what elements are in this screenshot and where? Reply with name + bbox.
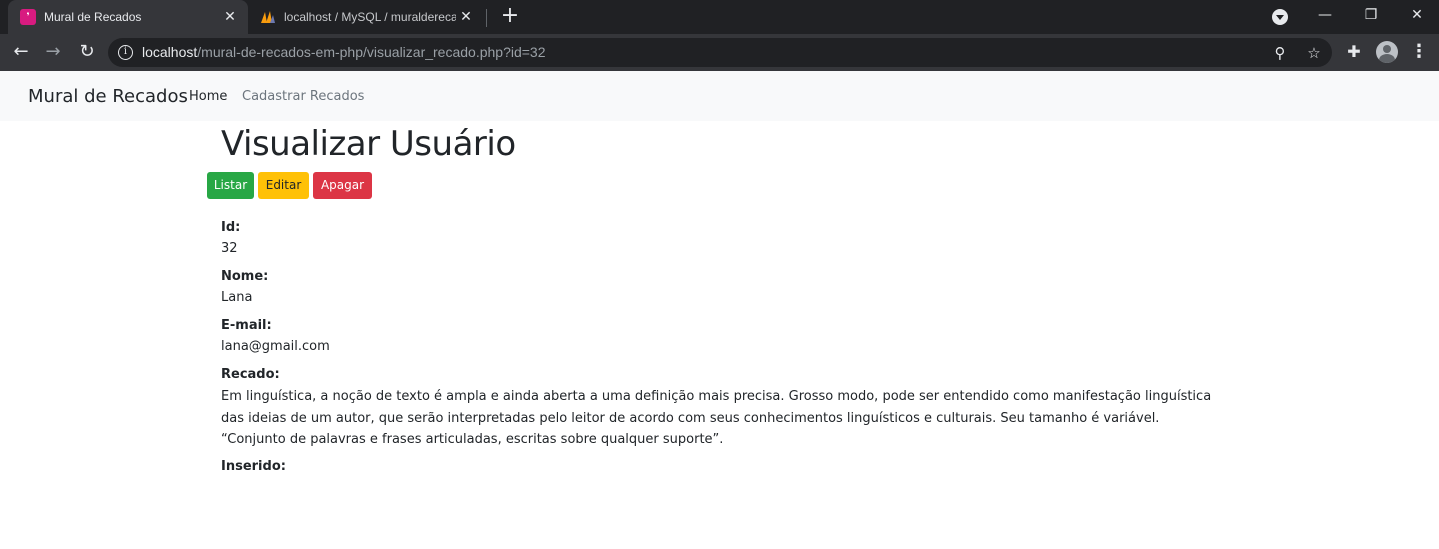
restore-icon[interactable]: ❐: [1348, 0, 1394, 30]
app-icon: ❜: [20, 9, 36, 25]
id-value: 32: [221, 241, 238, 256]
browser-tab-strip: ❜ Mural de Recados ✕ localhost / MySQL /…: [0, 0, 1439, 34]
recado-value: Em linguística, a noção de texto é ampla…: [221, 389, 1212, 447]
address-bar[interactable]: i localhost/mural-de-recados-em-php/visu…: [108, 38, 1332, 67]
site-navbar: Mural de Recados Home Cadastrar Recados: [0, 71, 1439, 121]
recado-label: Recado:: [221, 367, 280, 382]
extensions-icon[interactable]: ✚: [1344, 42, 1364, 62]
forward-icon[interactable]: →: [40, 39, 66, 65]
tab-title: Mural de Recados: [44, 10, 142, 24]
inserido-label: Inserido:: [221, 459, 286, 474]
tab-title: localhost / MySQL / muralderecados: [284, 10, 456, 24]
nome-value: Lana: [221, 290, 253, 305]
tab-search-icon[interactable]: [1272, 9, 1288, 25]
reload-icon[interactable]: ↻: [74, 39, 100, 65]
close-icon[interactable]: ✕: [220, 9, 240, 25]
nav-link-cadastrar-recados[interactable]: Cadastrar Recados: [242, 89, 364, 104]
url-text[interactable]: localhost/mural-de-recados-em-php/visual…: [142, 44, 546, 60]
minimize-icon[interactable]: —: [1302, 0, 1348, 30]
close-icon[interactable]: ✕: [456, 9, 476, 25]
tab-phpmyadmin[interactable]: localhost / MySQL / muralderecados ✕: [248, 0, 484, 34]
listar-button[interactable]: Listar: [207, 172, 254, 199]
site-info-icon[interactable]: i: [118, 45, 133, 60]
back-icon[interactable]: ←: [8, 39, 34, 65]
editar-button[interactable]: Editar: [258, 172, 309, 199]
email-value: lana@gmail.com: [221, 339, 330, 354]
window-close-icon[interactable]: ✕: [1394, 0, 1439, 30]
menu-icon[interactable]: ⋮: [1410, 42, 1428, 62]
new-tab-icon[interactable]: +: [498, 4, 522, 28]
browser-toolbar: ← → ↻ i localhost/mural-de-recados-em-ph…: [0, 34, 1439, 71]
navbar-brand[interactable]: Mural de Recados: [28, 86, 188, 107]
bookmark-star-icon[interactable]: ☆: [1304, 43, 1324, 63]
tab-mural-de-recados[interactable]: ❜ Mural de Recados ✕: [8, 0, 248, 34]
nome-label: Nome:: [221, 269, 269, 284]
tab-separator: [486, 9, 487, 27]
page-title: Visualizar Usuário: [221, 124, 516, 164]
apagar-button[interactable]: Apagar: [313, 172, 372, 199]
id-label: Id:: [221, 220, 241, 235]
email-label: E-mail:: [221, 318, 272, 333]
zoom-icon[interactable]: ⚲: [1270, 43, 1290, 63]
phpmyadmin-icon: [260, 9, 276, 25]
nav-link-home[interactable]: Home: [189, 89, 227, 104]
profile-avatar[interactable]: [1376, 41, 1398, 63]
